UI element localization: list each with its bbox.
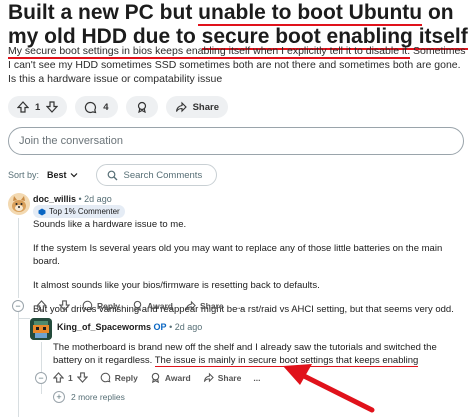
annotation-arrow-icon <box>283 364 375 413</box>
